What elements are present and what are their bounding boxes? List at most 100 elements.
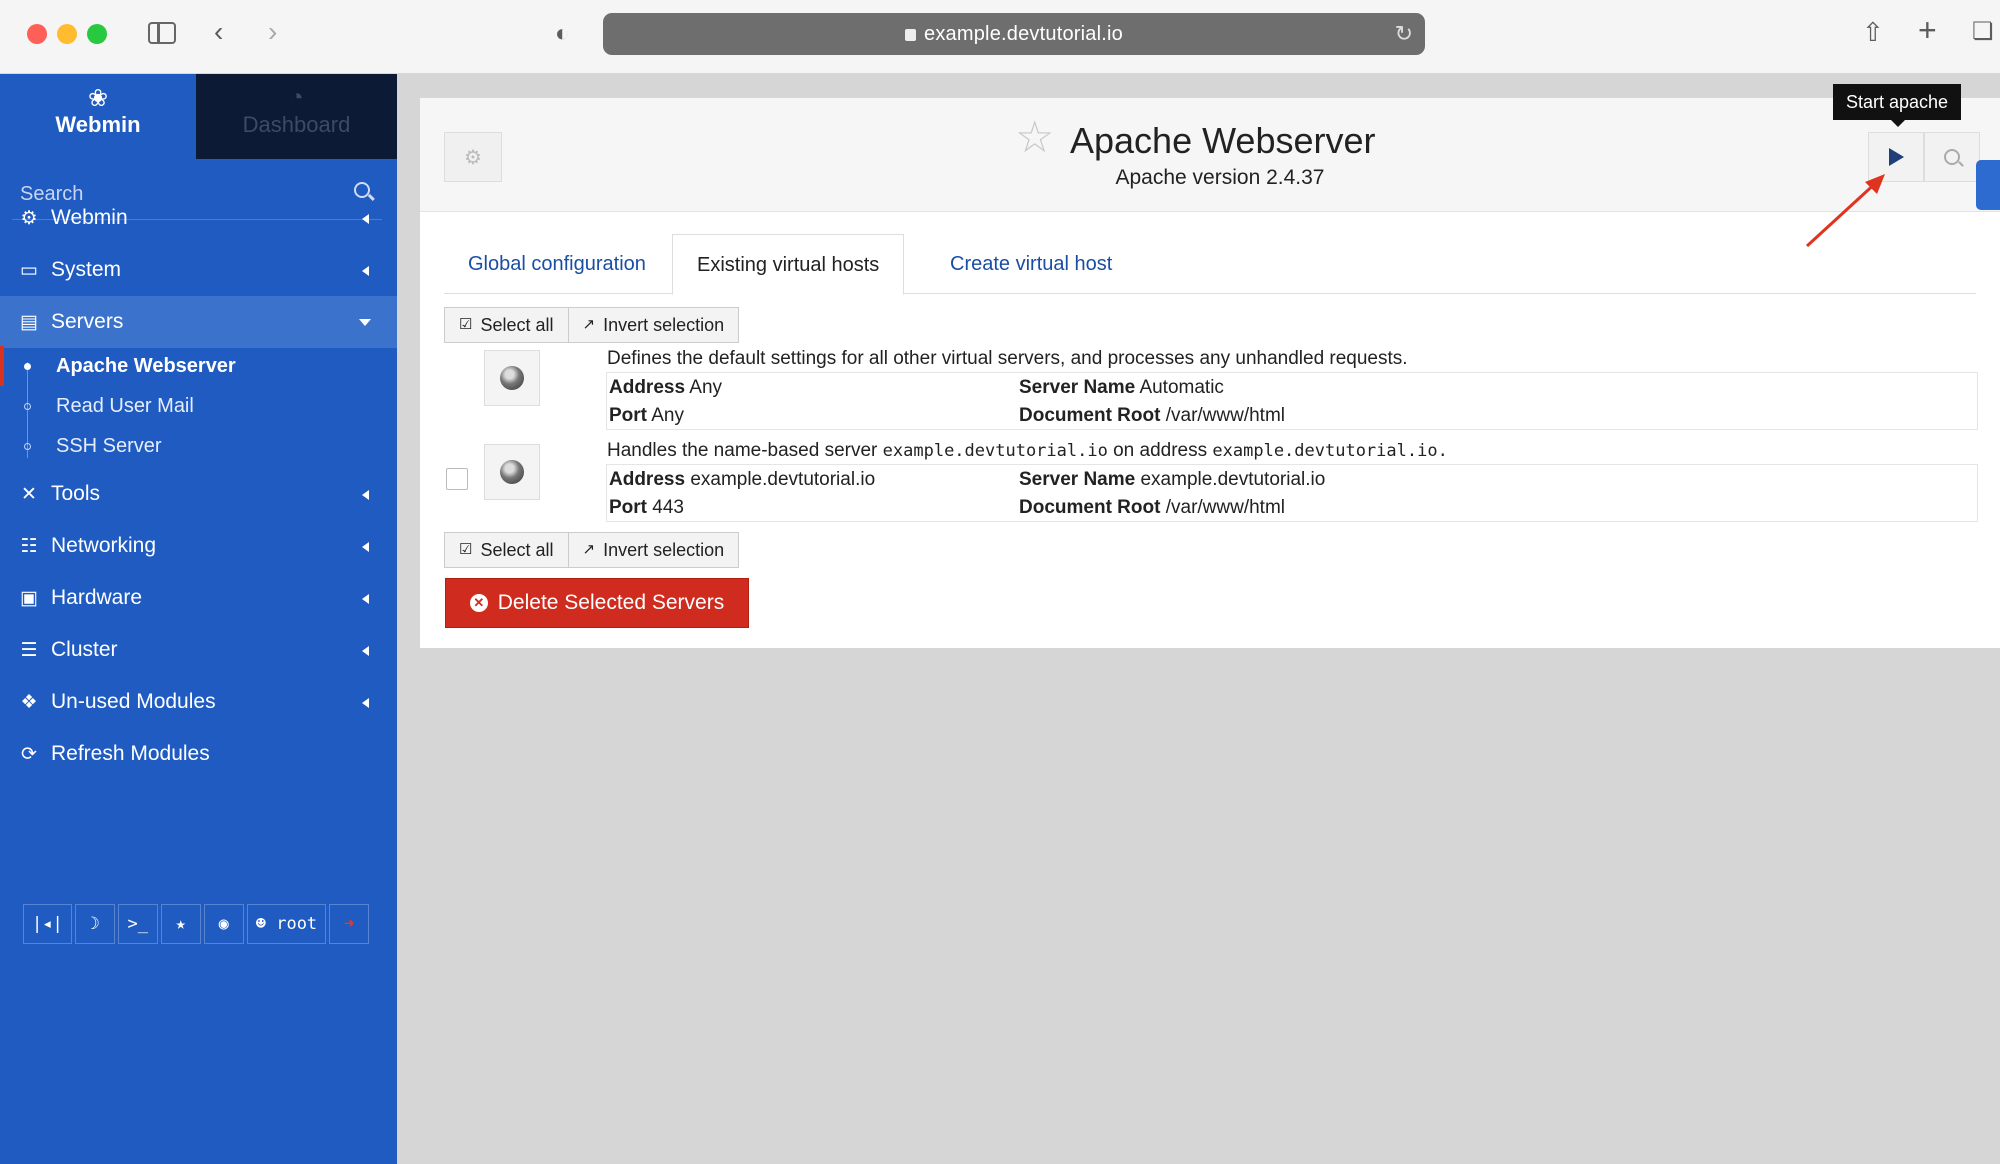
- sidebar-item-networking[interactable]: ☷ Networking: [0, 520, 397, 572]
- sidebar-item-label: Tools: [51, 482, 101, 505]
- sidebar-item-unused-modules[interactable]: ❖ Un-used Modules: [0, 676, 397, 728]
- theme-palette-button[interactable]: ◉: [203, 904, 244, 944]
- address-label: Address: [609, 469, 686, 490]
- hard-drive-icon: ▣: [20, 588, 38, 609]
- reload-icon[interactable]: ↻: [1395, 21, 1413, 47]
- sidebar-item-label: Servers: [51, 310, 124, 333]
- globe-icon: [500, 366, 524, 390]
- annotation-arrow: [1805, 174, 1885, 248]
- gear-icon: ⚙: [464, 146, 482, 169]
- globe-icon: [500, 460, 524, 484]
- vhost-desc-mid: on address: [1113, 440, 1208, 461]
- vhost-icon[interactable]: [484, 350, 540, 406]
- tab-create-virtual-host[interactable]: Create virtual host: [926, 234, 1136, 294]
- lock-icon: [905, 29, 917, 41]
- main-panel: ⚙ ☆ Apache Webserver Apache version 2.4.…: [420, 98, 2000, 648]
- address-bar[interactable]: example.devtutorial.io ↻: [603, 13, 1425, 55]
- vhost-desc-prefix: Handles the name-based server: [607, 440, 878, 461]
- select-all-button[interactable]: ☑ Select all: [444, 307, 569, 343]
- sidebar-item-label: Webmin: [51, 206, 128, 229]
- invert-selection-label: Invert selection: [603, 540, 725, 560]
- sidebar-item-label: Networking: [51, 534, 157, 557]
- sidebar-item-servers[interactable]: ▤ Servers: [0, 296, 397, 348]
- sidebar-toggle-icon[interactable]: [148, 22, 176, 44]
- sidebar-item-tools[interactable]: ✕ Tools: [0, 468, 397, 520]
- dashboard-tab-label: Dashboard: [242, 112, 351, 137]
- address-value: Any: [689, 377, 723, 398]
- docroot-label: Document Root: [1019, 405, 1161, 426]
- sidebar-subitem-label: SSH Server: [56, 435, 162, 457]
- webmin-tab[interactable]: ❀ Webmin: [0, 74, 196, 159]
- vhost-description: Defines the default settings for all oth…: [607, 348, 1408, 369]
- select-all-label: Select all: [480, 315, 554, 335]
- sidebar-item-hardware[interactable]: ▣ Hardware: [0, 572, 397, 624]
- port-value: Any: [651, 405, 684, 426]
- vhost-icon[interactable]: [484, 444, 540, 500]
- sidebar-subitem-read-user-mail[interactable]: Read User Mail: [0, 386, 397, 426]
- sidebar: ❀ Webmin ◔ Dashboard ⚙ Webmin ▭ System ▤…: [0, 74, 397, 1164]
- forward-icon[interactable]: ›: [268, 18, 277, 46]
- start-apache-tooltip: Start apache: [1833, 84, 1961, 127]
- tab-global-configuration[interactable]: Global configuration: [444, 234, 670, 294]
- check-square-icon: ☑: [459, 541, 473, 558]
- tools-icon: ✕: [21, 484, 37, 505]
- dashboard-tab[interactable]: ◔ Dashboard: [196, 74, 397, 159]
- dashboard-gauge-icon: ◔: [289, 84, 304, 111]
- sidebar-subitem-apache-webserver[interactable]: Apache Webserver: [0, 346, 397, 386]
- vhost-details: Address example.devtutorial.io Port 443 …: [606, 464, 1978, 522]
- select-all-button[interactable]: ☑ Select all: [444, 532, 569, 568]
- server-name-label: Server Name: [1019, 469, 1136, 490]
- sidebar-bottom-toolbar: |◂| ☽ >_ ★ ◉ ☻ root ➜: [23, 904, 372, 944]
- share-icon[interactable]: ⇧: [1862, 18, 1884, 46]
- caret-down-icon: [359, 319, 371, 326]
- collapse-sidebar-button[interactable]: |◂|: [23, 904, 72, 944]
- favorite-star-icon[interactable]: ☆: [1015, 112, 1054, 163]
- caret-left-icon: [362, 214, 369, 224]
- server-name-value: example.devtutorial.io: [1140, 469, 1326, 490]
- sidebar-item-webmin[interactable]: ⚙ Webmin: [0, 192, 397, 244]
- sidebar-item-cluster[interactable]: ☰ Cluster: [0, 624, 397, 676]
- caret-left-icon: [362, 698, 369, 708]
- maximize-window-button[interactable]: [87, 24, 107, 44]
- side-panel-toggle[interactable]: [1976, 160, 2000, 210]
- invert-selection-button[interactable]: ↗ Invert selection: [568, 307, 740, 343]
- user-name: root: [276, 914, 318, 934]
- tabs-overview-icon[interactable]: ❏: [1972, 18, 1994, 46]
- check-square-icon: ☑: [459, 316, 473, 333]
- vhost-details: Address Any Port Any Server Name Automat…: [606, 372, 1978, 430]
- back-icon[interactable]: ‹: [214, 18, 223, 46]
- bullet-icon: [24, 403, 31, 410]
- logout-button[interactable]: ➜: [329, 904, 370, 944]
- sidebar-header: ❀ Webmin ◔ Dashboard: [0, 74, 397, 159]
- select-all-label: Select all: [480, 540, 554, 560]
- server-icon: ▤: [20, 312, 38, 333]
- night-mode-button[interactable]: ☽: [74, 904, 115, 944]
- tab-existing-virtual-hosts[interactable]: Existing virtual hosts: [672, 234, 905, 295]
- minimize-window-button[interactable]: [57, 24, 77, 44]
- module-config-button[interactable]: ⚙: [444, 132, 502, 182]
- browser-toolbar: ‹ › ◐ example.devtutorial.io ↻ ⇧ + ❏: [0, 0, 2000, 74]
- delete-selected-servers-button[interactable]: ✕ Delete Selected Servers: [445, 578, 749, 628]
- sidebar-item-label: Hardware: [51, 586, 143, 609]
- terminal-button[interactable]: >_: [117, 904, 158, 944]
- favorites-button[interactable]: ★: [160, 904, 201, 944]
- close-window-button[interactable]: [27, 24, 47, 44]
- new-tab-icon[interactable]: +: [1918, 14, 1937, 46]
- selection-toolbar-bottom: ☑ Select all ↗ Invert selection: [444, 532, 740, 568]
- sidebar-item-refresh-modules[interactable]: ⟳ Refresh Modules: [0, 728, 397, 780]
- port-value: 443: [652, 497, 684, 518]
- bullet-icon: [24, 363, 31, 370]
- sidebar-item-system[interactable]: ▭ System: [0, 244, 397, 296]
- search-docs-button[interactable]: [1924, 132, 1980, 182]
- webmin-logo-icon: ❀: [87, 85, 109, 112]
- refresh-icon: ⟳: [21, 744, 37, 765]
- sidebar-subitem-label: Read User Mail: [56, 395, 194, 417]
- gear-icon: ⚙: [20, 208, 38, 229]
- caret-left-icon: [362, 594, 369, 604]
- sidebar-subitem-ssh-server[interactable]: SSH Server: [0, 426, 397, 466]
- vhost-checkbox[interactable]: [446, 468, 468, 490]
- invert-selection-button[interactable]: ↗ Invert selection: [568, 532, 740, 568]
- vhost-description: Handles the name-based server example.de…: [607, 440, 1448, 462]
- shield-icon[interactable]: ◐: [555, 20, 570, 48]
- user-button[interactable]: ☻ root: [246, 904, 327, 944]
